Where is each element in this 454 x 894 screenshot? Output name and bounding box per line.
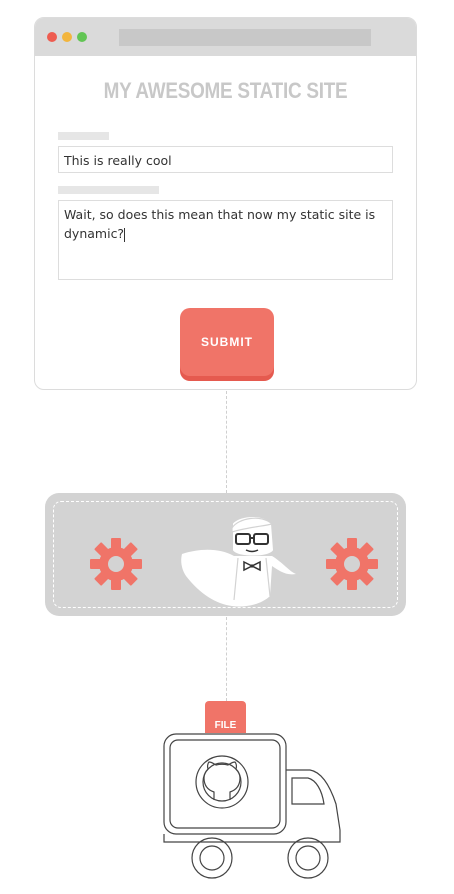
gear-icon <box>326 538 378 590</box>
submit-button[interactable]: SUBMIT <box>180 308 274 376</box>
zoom-dot-icon[interactable] <box>77 32 87 42</box>
gear-icon <box>90 538 142 590</box>
textarea-value: Wait, so does this mean that now my stat… <box>64 207 376 241</box>
processing-panel <box>45 493 406 616</box>
file-badge: FILE <box>205 701 246 733</box>
message-textarea[interactable]: Wait, so does this mean that now my stat… <box>58 200 393 280</box>
connector-line-bottom <box>226 617 227 701</box>
caped-hero-mascot-icon <box>181 517 296 607</box>
text-input-value: This is really cool <box>64 153 172 168</box>
browser-window: MY AWESOME STATIC SITE This is really co… <box>34 17 417 390</box>
processing-panel-border <box>53 501 398 608</box>
field-label-placeholder <box>58 132 109 140</box>
browser-titlebar <box>35 18 416 56</box>
minimize-dot-icon[interactable] <box>62 32 72 42</box>
text-caret <box>124 227 126 242</box>
close-dot-icon[interactable] <box>47 32 57 42</box>
text-input[interactable]: This is really cool <box>58 146 393 173</box>
page-title: MY AWESOME STATIC SITE <box>103 78 348 103</box>
textarea-label-placeholder <box>58 186 159 194</box>
address-bar[interactable] <box>119 29 371 46</box>
delivery-truck-icon <box>163 733 341 879</box>
connector-line-top <box>226 391 227 493</box>
